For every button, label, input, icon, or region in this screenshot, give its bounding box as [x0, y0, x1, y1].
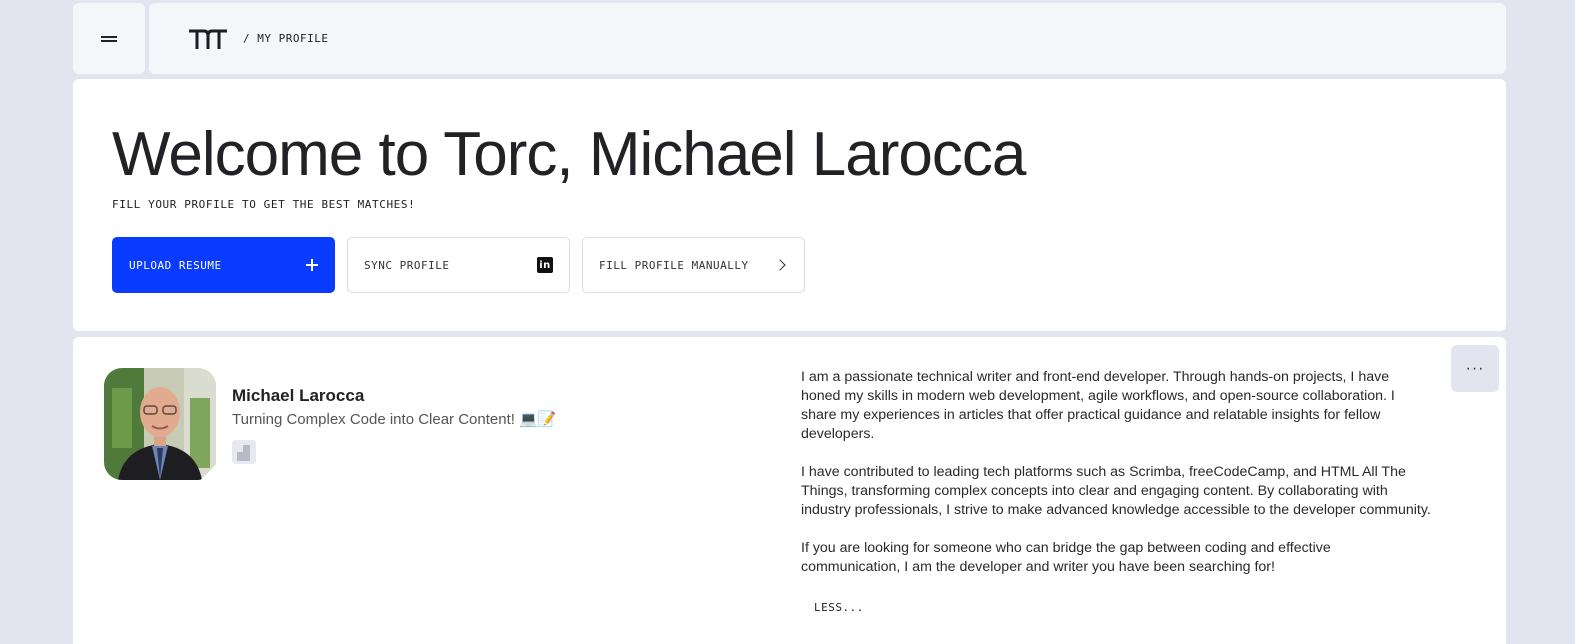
page-title: Welcome to Torc, Michael Larocca	[112, 120, 1026, 189]
ellipsis-icon: ···	[1465, 359, 1485, 377]
hamburger-icon	[101, 35, 117, 43]
sync-profile-button[interactable]: SYNC PROFILE in	[347, 237, 570, 293]
show-less-link[interactable]: LESS...	[814, 601, 864, 614]
linkedin-icon: in	[537, 257, 553, 273]
bio-paragraph: I am a passionate technical writer and f…	[801, 369, 1395, 442]
chevron-right-icon	[774, 259, 786, 271]
menu-button[interactable]	[73, 3, 145, 74]
profile-actions: UPLOAD RESUME SYNC PROFILE in FILL PROFI…	[112, 237, 805, 293]
top-bar: / MY PROFILE	[149, 3, 1506, 74]
profile-tagline: Turning Complex Code into Clear Content!…	[232, 411, 557, 428]
welcome-card: Welcome to Torc, Michael Larocca FILL YO…	[73, 79, 1506, 331]
bio-paragraph: I have contributed to leading tech platf…	[801, 464, 1431, 518]
profile-name: Michael Larocca	[232, 386, 365, 405]
fill-profile-manually-label: FILL PROFILE MANUALLY	[599, 258, 749, 272]
avatar[interactable]	[104, 368, 216, 480]
welcome-subtitle: FILL YOUR PROFILE TO GET THE BEST MATCHE…	[112, 198, 416, 211]
bio-paragraph: If you are looking for someone who can b…	[801, 540, 1331, 575]
profile-bio: I am a passionate technical writer and f…	[801, 368, 1431, 596]
avatar-photo	[104, 368, 216, 480]
sync-profile-label: SYNC PROFILE	[364, 258, 450, 272]
upload-resume-button[interactable]: UPLOAD RESUME	[112, 237, 335, 293]
plus-icon	[306, 259, 318, 271]
fill-profile-manually-button[interactable]: FILL PROFILE MANUALLY	[582, 237, 805, 293]
profile-card: Michael Larocca Turning Complex Code int…	[73, 337, 1506, 644]
upload-resume-label: UPLOAD RESUME	[129, 258, 222, 272]
torc-logo[interactable]	[187, 27, 229, 51]
badge-icon[interactable]	[232, 440, 256, 464]
breadcrumb: / MY PROFILE	[243, 32, 329, 45]
more-options-button[interactable]: ···	[1451, 345, 1499, 392]
